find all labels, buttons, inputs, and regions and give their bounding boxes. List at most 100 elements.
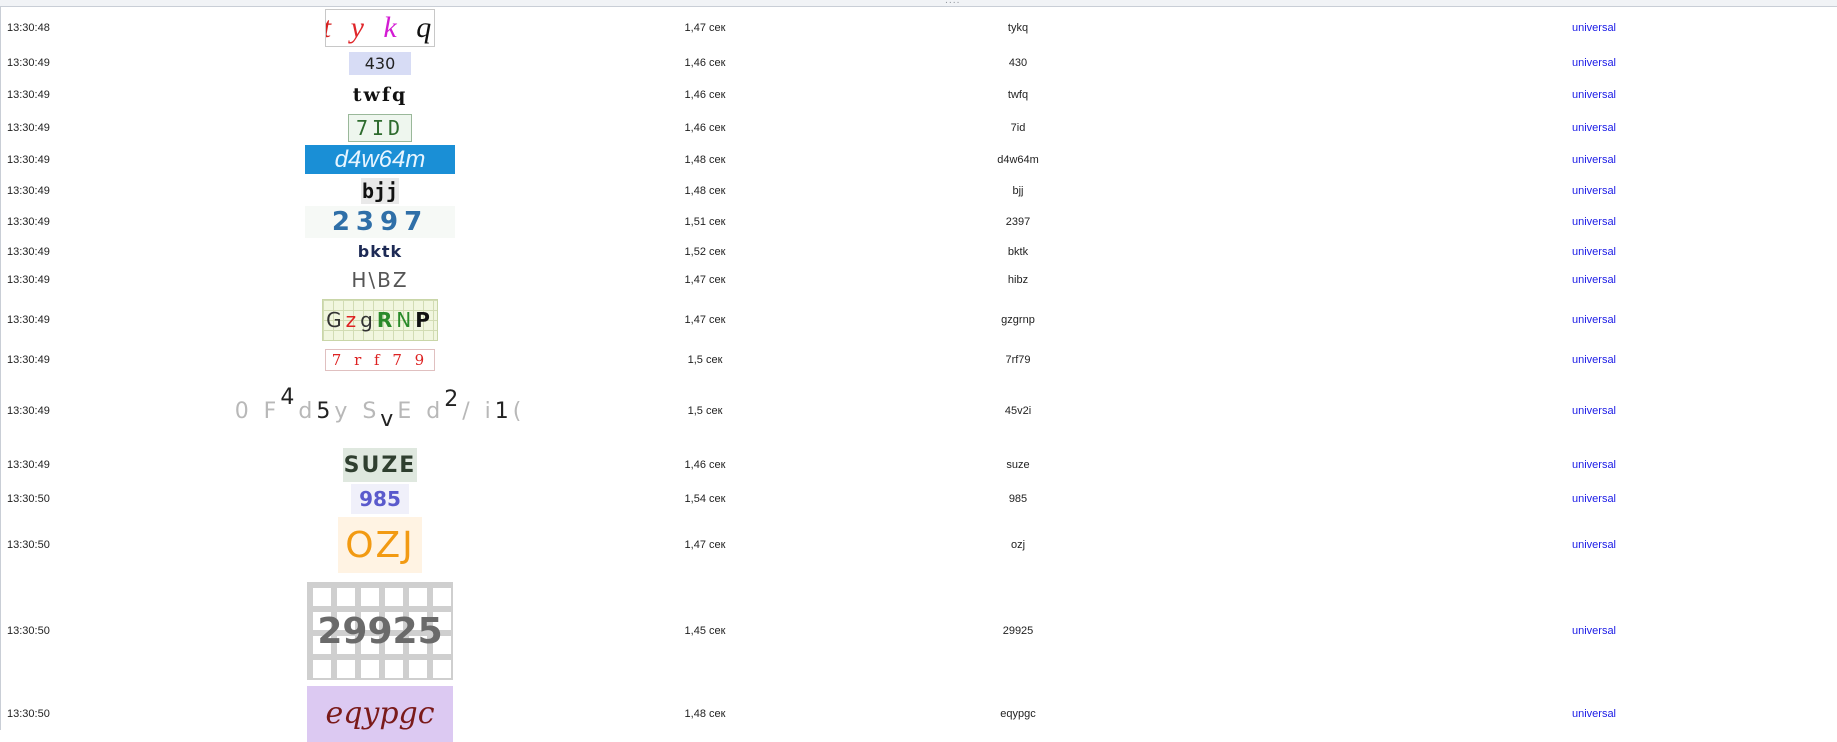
solve-time-cell: 1,5 сек bbox=[687, 405, 723, 417]
log-row: 13:30:49 bktk 1,52 сек bktk universal bbox=[0, 238, 1837, 265]
time-cell: 13:30:49 bbox=[7, 122, 50, 134]
module-link[interactable]: universal bbox=[1544, 175, 1644, 206]
module-link[interactable]: universal bbox=[1544, 144, 1644, 175]
solve-time-cell: 1,47 сек bbox=[684, 21, 726, 34]
log-row: 13:30:49 2397 1,51 сек 2397 universal bbox=[0, 206, 1837, 238]
time-cell: 13:30:49 bbox=[7, 216, 50, 228]
captcha-image: 7ID bbox=[348, 114, 412, 142]
solve-time-cell: 1,52 сек bbox=[684, 245, 726, 258]
answer-cell: tykq bbox=[1007, 21, 1029, 34]
module-link[interactable]: universal bbox=[1544, 78, 1644, 112]
time-cell: 13:30:50 bbox=[7, 493, 50, 505]
captcha-image: bktk bbox=[357, 242, 403, 261]
answer-cell: hibz bbox=[1007, 274, 1029, 286]
solve-time-cell: 1,46 сек bbox=[684, 459, 726, 471]
captcha-image: 985 bbox=[351, 484, 409, 514]
module-link[interactable]: universal bbox=[1544, 575, 1644, 687]
module-link[interactable]: universal bbox=[1544, 515, 1644, 575]
solve-time-cell: 1,46 сек bbox=[684, 89, 726, 101]
captcha-image-cell: 7ID bbox=[230, 112, 530, 144]
time-cell: 13:30:49 bbox=[7, 274, 50, 286]
answer-cell: bktk bbox=[1007, 245, 1029, 258]
log-row: 13:30:49 bjj 1,48 сек bjj universal bbox=[0, 175, 1837, 206]
module-link[interactable]: universal bbox=[1544, 483, 1644, 515]
solve-time-cell: 1,47 сек bbox=[684, 539, 726, 551]
log-row: 13:30:48 t y k q 1,47 сек tykq universal bbox=[0, 7, 1837, 48]
log-row: 13:30:49 twfq 1,46 сек twfq universal bbox=[0, 78, 1837, 112]
captcha-image: GzgRNP bbox=[322, 299, 438, 341]
module-link[interactable]: universal bbox=[1544, 206, 1644, 238]
captcha-image: 430 bbox=[349, 51, 411, 75]
captcha-image-cell: H\BZ bbox=[230, 265, 530, 295]
captcha-image-cell: twfq bbox=[230, 78, 530, 112]
time-cell: 13:30:49 bbox=[7, 314, 50, 326]
solve-time-cell: 1,48 сек bbox=[684, 153, 726, 166]
captcha-image: t y k q bbox=[325, 8, 435, 47]
captcha-image: bjj bbox=[361, 177, 399, 204]
time-cell: 13:30:50 bbox=[7, 625, 50, 637]
solve-time-cell: 1,46 сек bbox=[684, 122, 726, 134]
resize-grip-icon[interactable]: .... bbox=[945, 0, 960, 6]
captcha-image: 7 r f 7 9 bbox=[325, 349, 435, 371]
time-cell: 13:30:49 bbox=[7, 89, 50, 101]
captcha-image-cell: eqypgc bbox=[230, 685, 530, 742]
log-row: 13:30:49 Gz g R N P 1,47 сек gzgrnp universal bbox=[0, 295, 1837, 345]
module-link[interactable]: universal bbox=[1544, 447, 1644, 483]
module-link[interactable]: universal bbox=[1544, 375, 1644, 447]
time-cell: 13:30:49 bbox=[7, 184, 50, 197]
log-row: 13:30:49 H\BZ 1,47 сек hibz universal bbox=[0, 265, 1837, 295]
captcha-image-cell: GzgRNP bbox=[230, 295, 530, 345]
time-cell: 13:30:49 bbox=[7, 354, 50, 366]
solve-time-cell: 1,51 сек bbox=[684, 216, 726, 228]
captcha-image: eqypgc bbox=[307, 685, 453, 742]
module-link[interactable]: universal bbox=[1544, 687, 1644, 740]
time-cell: 13:30:50 bbox=[7, 539, 50, 551]
answer-cell: 2397 bbox=[1005, 216, 1031, 228]
answer-cell: 29925 bbox=[1002, 625, 1034, 637]
solve-time-cell: 1,45 сек bbox=[684, 625, 726, 637]
captcha-image: H\BZ bbox=[351, 269, 409, 291]
captcha-image: 29925 bbox=[307, 582, 453, 680]
captcha-image-cell: bjj bbox=[230, 175, 530, 206]
answer-cell: 430 bbox=[1008, 57, 1028, 69]
time-cell: 13:30:50 bbox=[7, 707, 50, 720]
answer-cell: suze bbox=[1006, 459, 1030, 471]
module-link[interactable]: universal bbox=[1544, 345, 1644, 375]
log-row: 13:30:49 SUZE 1,46 сек suze universal bbox=[0, 447, 1837, 483]
time-cell: 13:30:49 bbox=[7, 459, 50, 471]
captcha-image-cell: 430 bbox=[230, 48, 530, 78]
captcha-image-cell: 29925 bbox=[230, 575, 530, 687]
captcha-image-cell: OZJ bbox=[230, 515, 530, 575]
window-top-bar: .... bbox=[0, 0, 1837, 7]
captcha-image: 0 F 4 d 5 y S v E d 2 / i 1 ( bbox=[234, 386, 526, 432]
captcha-image-cell: 7 r f 7 9 bbox=[230, 345, 530, 375]
solve-time-cell: 1,54 сек bbox=[684, 493, 726, 505]
time-cell: 13:30:49 bbox=[7, 405, 50, 417]
captcha-image-cell: t y k q bbox=[230, 7, 530, 48]
captcha-image-cell: bktk bbox=[230, 238, 530, 265]
solve-time-cell: 1,46 сек bbox=[684, 57, 726, 69]
log-row: 13:30:49 0 F 4 d 5 y S v E d 2 / i 1 ( 1,5… bbox=[0, 375, 1837, 447]
solve-time-cell: 1,48 сек bbox=[684, 707, 726, 720]
captcha-image: OZJ bbox=[338, 517, 422, 573]
module-link[interactable]: universal bbox=[1544, 265, 1644, 295]
module-link[interactable]: universal bbox=[1544, 48, 1644, 78]
module-link[interactable]: universal bbox=[1544, 295, 1644, 345]
time-cell: 13:30:49 bbox=[7, 153, 50, 166]
captcha-image: twfq bbox=[352, 84, 408, 106]
answer-cell: twfq bbox=[1007, 89, 1029, 101]
module-link[interactable]: universal bbox=[1544, 7, 1644, 48]
answer-cell: bjj bbox=[1012, 184, 1024, 197]
captcha-image-cell: 2397 bbox=[230, 206, 530, 238]
log-row: 13:30:49 d4w64m 1,48 сек d4w64m universal bbox=[0, 144, 1837, 175]
log-row: 13:30:50 985 1,54 сек 985 universal bbox=[0, 483, 1837, 515]
answer-cell: 45v2i bbox=[1004, 405, 1032, 417]
answer-cell: 7id bbox=[1010, 122, 1026, 134]
module-link[interactable]: universal bbox=[1544, 238, 1644, 265]
captcha-image: d4w64m bbox=[305, 145, 455, 174]
module-link[interactable]: universal bbox=[1544, 112, 1644, 144]
captcha-image-cell: SUZE bbox=[230, 447, 530, 483]
solve-time-cell: 1,5 сек bbox=[687, 354, 723, 366]
log-row: 13:30:49 430 1,46 сек 430 universal bbox=[0, 48, 1837, 78]
captcha-image-cell: d4w64m bbox=[230, 144, 530, 175]
